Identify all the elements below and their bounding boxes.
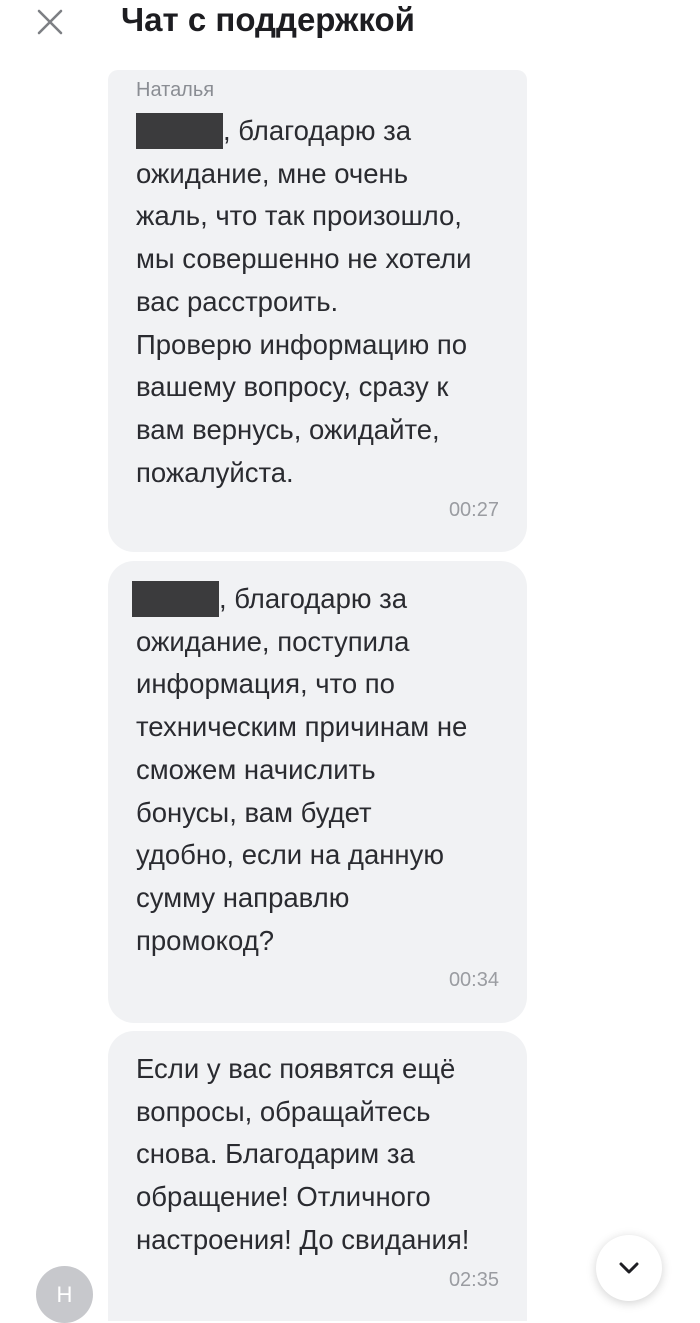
message-time: 00:34 — [448, 969, 499, 991]
close-button[interactable] — [30, 4, 70, 40]
redacted-name — [136, 113, 223, 149]
avatar: Н — [36, 1266, 93, 1323]
close-icon — [37, 9, 63, 35]
page-title: Чат с поддержкой — [121, 1, 415, 38]
redacted-name — [132, 581, 219, 617]
message-text-body: ожидание, поступила информация, что по т… — [136, 625, 468, 956]
sender-name: Наталья — [136, 79, 215, 101]
message-time: 00:27 — [448, 499, 499, 521]
message-text-first-line: , благодарю за — [223, 115, 412, 146]
message-text-body: ожидание, мне очень жаль, что так произо… — [136, 157, 472, 488]
message-text: , благодарю за ожидание, поступила инфор… — [132, 578, 511, 962]
message-bubble: Если у вас появятся ещё вопросы, обращай… — [108, 1031, 527, 1321]
message-text: Если у вас появятся ещё вопросы, обращай… — [136, 1053, 470, 1255]
message-text-first-line: , благодарю за — [219, 583, 408, 614]
chat-header: Чат с поддержкой — [0, 0, 700, 50]
message-bubble: Наталья , благодарю за ожидание, мне оче… — [108, 70, 527, 552]
scroll-down-button[interactable] — [596, 1235, 662, 1301]
message-time: 02:35 — [448, 1269, 499, 1291]
message-text: , благодарю за ожидание, мне очень жаль,… — [136, 110, 511, 494]
chevron-down-icon — [619, 1262, 639, 1274]
message-bubble: , благодарю за ожидание, поступила инфор… — [108, 561, 527, 1023]
